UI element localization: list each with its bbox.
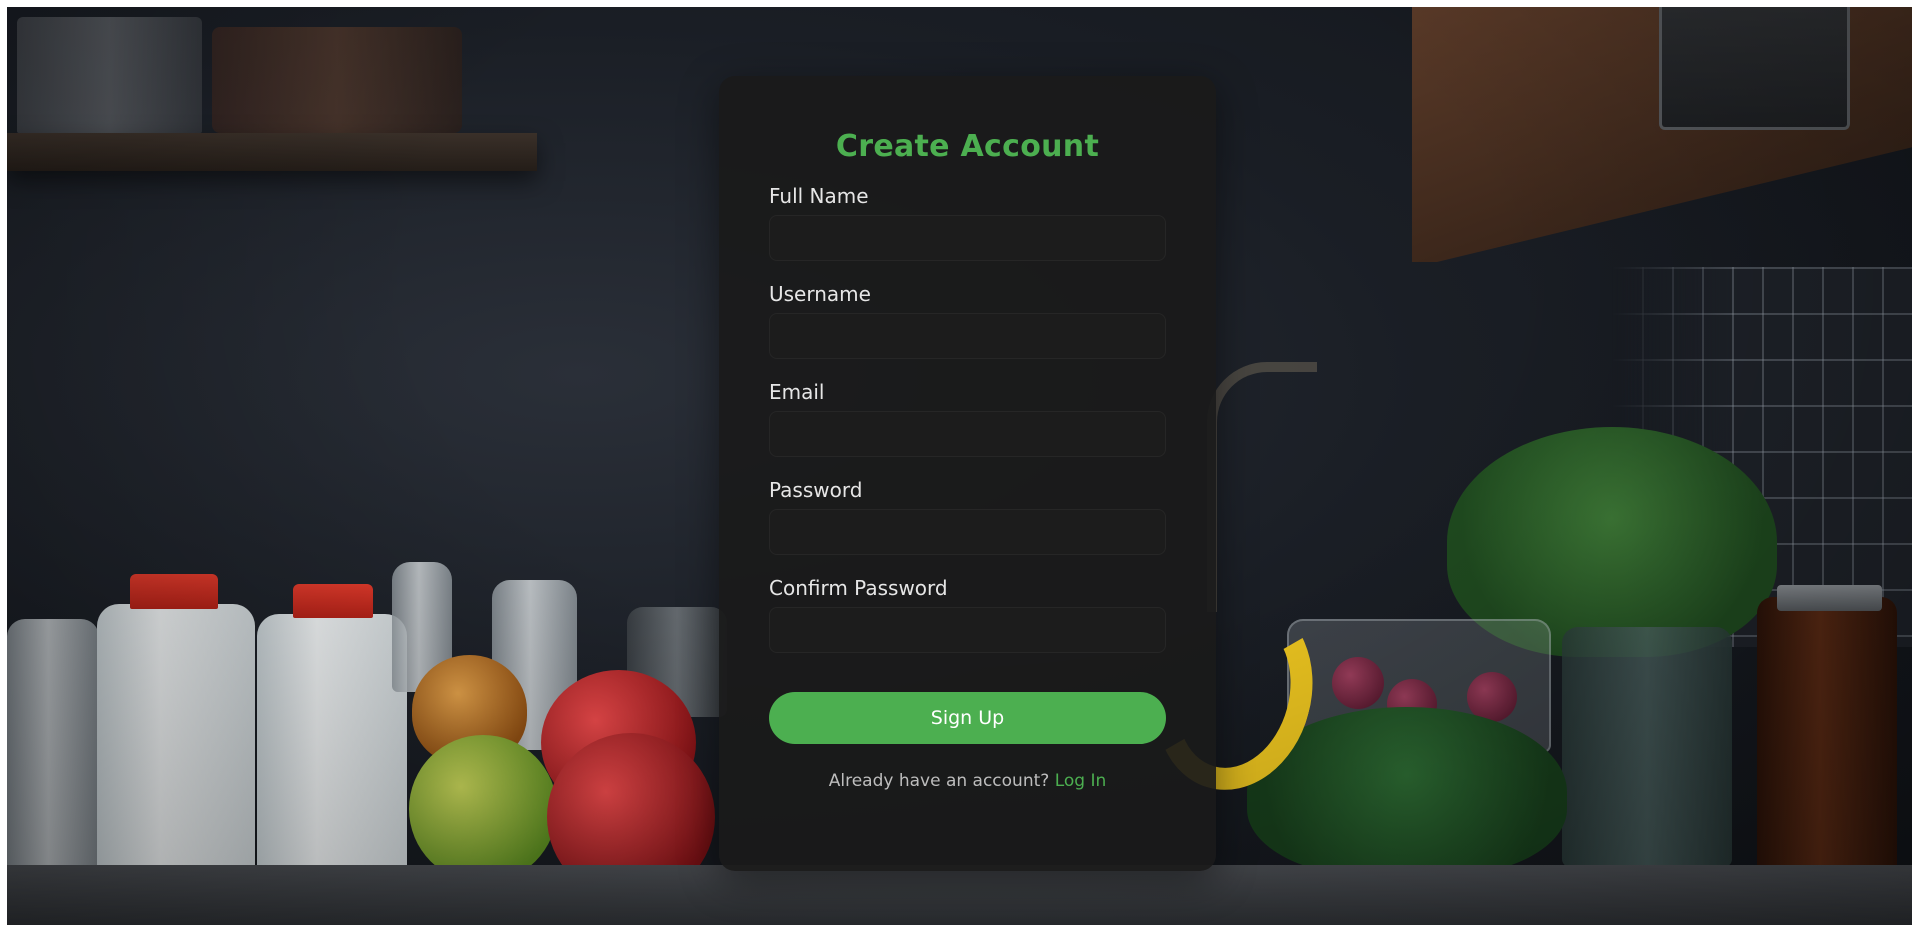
password-field-group: Password	[769, 477, 1166, 555]
username-label: Username	[769, 282, 871, 306]
confirm-password-field-group: Confirm Password	[769, 575, 1166, 653]
full-name-field-group: Full Name	[769, 183, 1166, 261]
form-title: Create Account	[835, 129, 1100, 164]
login-prompt-line: Already have an account? Log In	[769, 771, 1166, 791]
password-label: Password	[769, 478, 863, 502]
page-viewport: Create Account Full Name Username Email …	[7, 7, 1912, 925]
username-field-group: Username	[769, 281, 1166, 359]
email-label: Email	[769, 380, 825, 404]
confirm-password-label: Confirm Password	[769, 576, 948, 600]
confirm-password-input[interactable]	[769, 607, 1166, 653]
email-field-group: Email	[769, 379, 1166, 457]
full-name-label: Full Name	[769, 184, 869, 208]
signup-form: Create Account Full Name Username Email …	[719, 76, 1216, 871]
sign-up-button[interactable]: Sign Up	[769, 692, 1166, 744]
full-name-input[interactable]	[769, 215, 1166, 261]
password-input[interactable]	[769, 509, 1166, 555]
username-input[interactable]	[769, 313, 1166, 359]
login-prompt-text: Already have an account?	[828, 771, 1050, 791]
email-input[interactable]	[769, 411, 1166, 457]
log-in-link[interactable]: Log In	[1055, 771, 1107, 791]
